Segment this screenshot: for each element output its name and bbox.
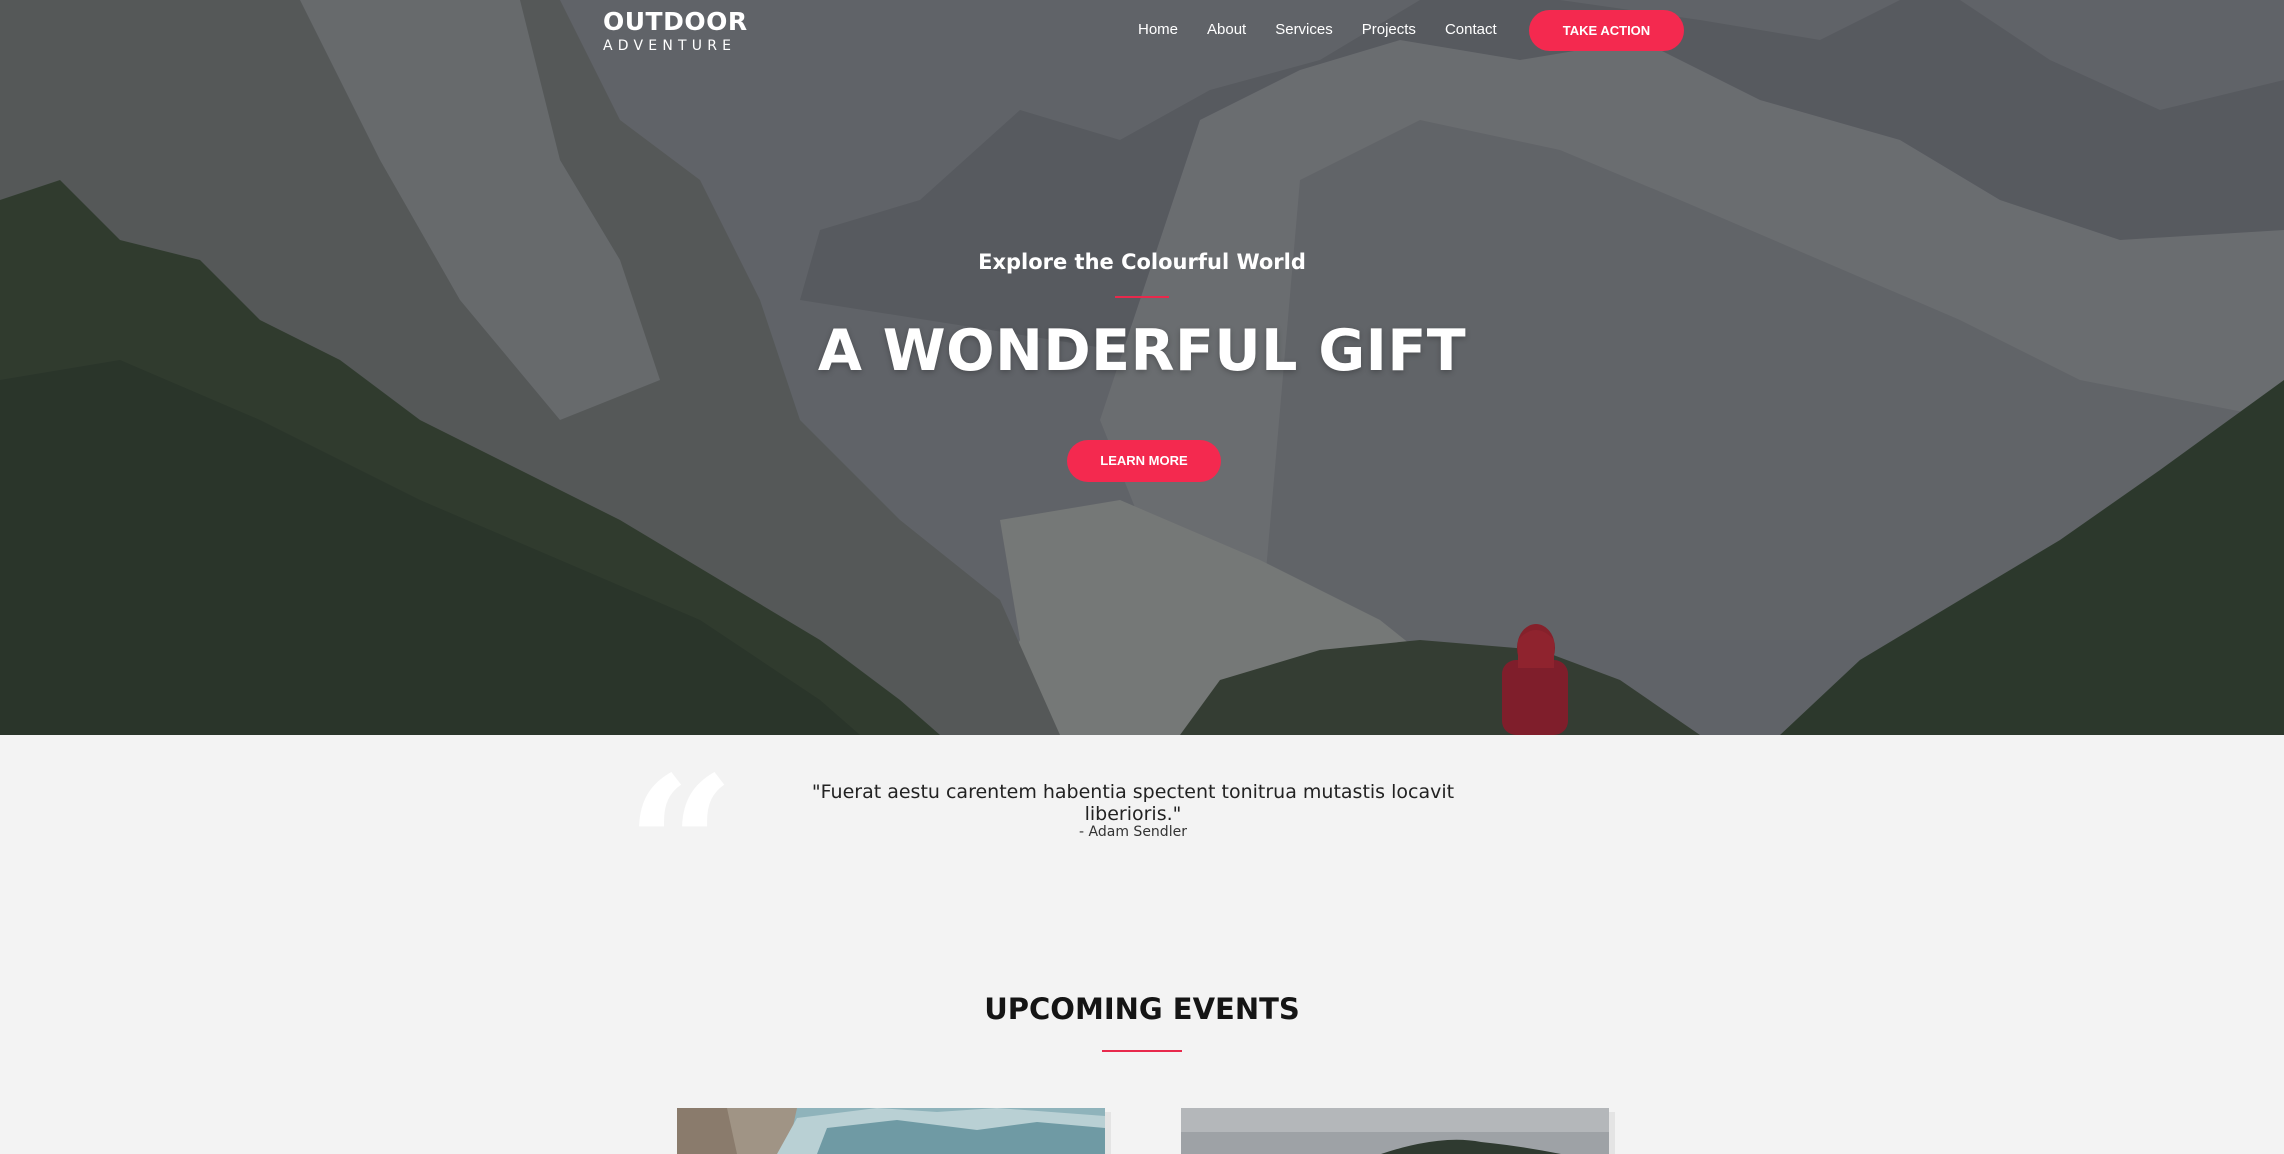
event-card-image[interactable] xyxy=(1181,1108,1609,1154)
section-title: UPCOMING EVENTS xyxy=(984,992,1300,1026)
logo-line2: ADVENTURE xyxy=(603,38,737,54)
testimonial-quote: "Fuerat aestu carentem habentia spectent… xyxy=(811,781,1455,825)
hero-divider xyxy=(1115,296,1169,298)
hero-title: A WONDERFUL GIFT xyxy=(817,318,1467,384)
logo-line1: OUTDOOR xyxy=(603,7,748,36)
event-image-mountain xyxy=(1181,1108,1609,1154)
section-divider xyxy=(1102,1050,1182,1052)
nav-services[interactable]: Services xyxy=(1275,20,1333,40)
hero-subtitle: Explore the Colourful World xyxy=(978,250,1306,274)
main-nav: Home About Services Projects Contact xyxy=(1138,20,1497,40)
site-logo[interactable]: OUTDOOR ADVENTURE xyxy=(603,8,748,55)
take-action-button[interactable]: TAKE ACTION xyxy=(1529,10,1684,51)
nav-projects[interactable]: Projects xyxy=(1362,20,1416,40)
nav-about[interactable]: About xyxy=(1207,20,1246,40)
testimonial-author: - Adam Sendler xyxy=(1079,824,1187,840)
event-card-image[interactable] xyxy=(677,1108,1105,1154)
event-image-lake xyxy=(677,1108,1105,1154)
learn-more-button[interactable]: LEARN MORE xyxy=(1067,440,1221,482)
nav-home[interactable]: Home xyxy=(1138,20,1178,40)
quote-icon: “ xyxy=(626,735,736,958)
nav-contact[interactable]: Contact xyxy=(1445,20,1497,40)
